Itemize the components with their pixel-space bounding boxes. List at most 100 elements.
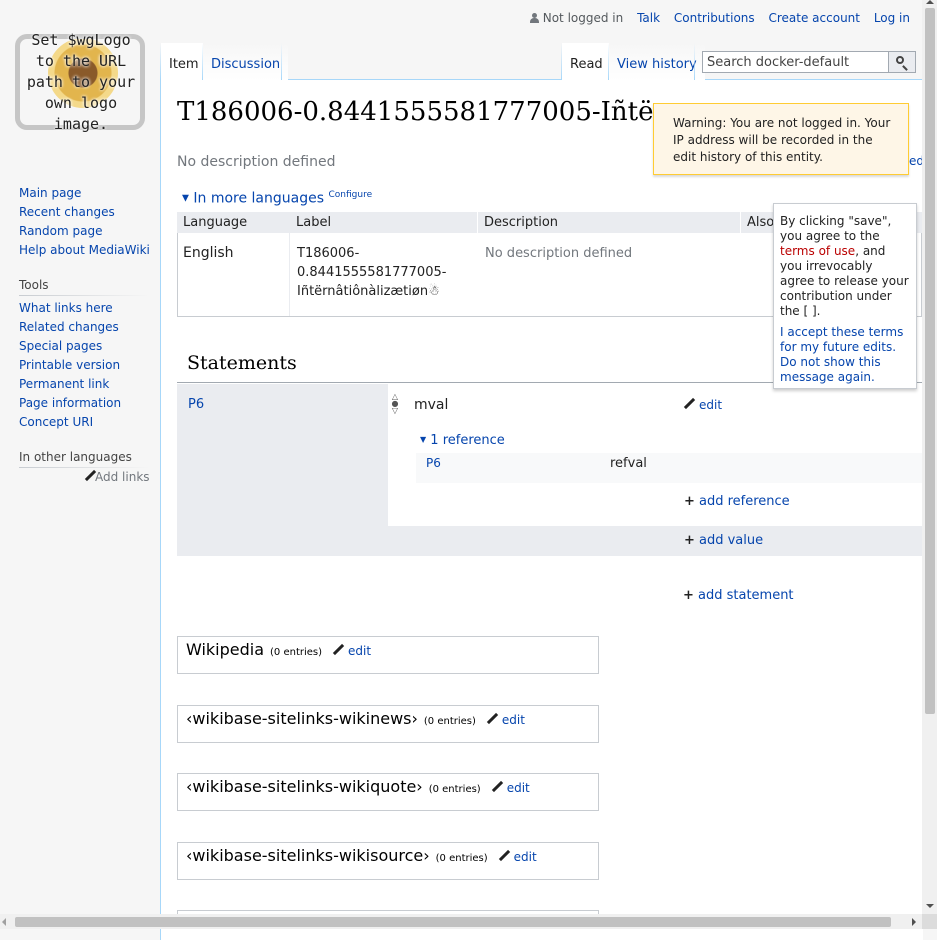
tab-read[interactable]: Read [562,43,611,80]
references-toggle-label[interactable]: 1 reference [430,433,504,448]
sidebar-item-help[interactable]: Help about MediaWiki [19,243,150,257]
log-in-link[interactable]: Log in [874,11,910,25]
search-button[interactable] [888,52,915,72]
sidebar-item-special-pages[interactable]: Special pages [19,339,102,353]
not-logged-in-warning: Warning: You are not logged in. Your IP … [653,103,909,175]
sitelink-heading: ‹wikibase-sitelinks-wikinews› [186,709,418,728]
add-reference-label[interactable]: add reference [699,494,790,509]
add-links-link[interactable]: Add links [84,470,150,484]
statement-edit-label[interactable]: edit [699,398,722,412]
accept-terms-link[interactable]: I accept these terms for my future edits… [780,325,903,384]
logo-text-line: Set $wgLogo [31,31,131,49]
plus-icon: + [683,588,694,603]
terms-of-use-link[interactable]: terms of use [780,244,855,258]
item-description: No description defined [177,154,336,170]
triangle-down-icon: ▼ [420,435,427,444]
sitelink-edit-label[interactable]: edit [507,781,530,795]
tab-discussion[interactable]: Discussion [203,43,289,80]
table-header-label: Label [290,212,477,233]
tab-view-history-label[interactable]: View history [617,57,697,72]
sitelink-edit-button[interactable]: edit [491,781,530,795]
vertical-scrollbar-thumb[interactable] [925,8,935,714]
reference-row [416,453,922,483]
sidebar-item-what-links-here[interactable]: What links here [19,301,113,315]
table-header-description: Description [478,212,740,233]
pencil-icon [498,850,510,862]
sidebar-divider [19,295,149,296]
add-value-button[interactable]: + add value [684,533,763,548]
plus-icon: + [684,494,695,509]
add-links-label[interactable]: Add links [95,470,150,484]
logo-text-line: own logo [44,94,118,112]
sitelink-count: (0 entries) [428,784,481,795]
references-toggle[interactable]: ▼ 1 reference [420,433,505,448]
sitelink-edit-label[interactable]: edit [348,644,371,658]
search-input[interactable] [703,52,887,72]
sidebar-item-permanent-link[interactable]: Permanent link [19,377,109,391]
scrollbar-corner [922,914,937,929]
sidebar-item-related-changes[interactable]: Related changes [19,320,119,334]
sidebar-item-random-page[interactable]: Random page [19,224,102,238]
statements-heading: Statements [187,352,297,374]
property-link[interactable]: P6 [188,397,204,412]
scroll-up-arrow-icon[interactable] [926,0,934,4]
tab-separator [281,43,282,80]
scroll-left-arrow-icon[interactable] [2,918,6,926]
reference-property[interactable]: P6 [426,456,441,470]
tab-read-label: Read [570,57,603,72]
in-more-languages-label[interactable]: In more languages [193,191,324,207]
label-line: T186006- [297,246,360,261]
create-account-link[interactable]: Create account [768,11,860,25]
table-cell-language: English [183,245,234,261]
site-logo[interactable]: Set $wgLogo to the URL path to your own … [13,28,149,134]
personal-tools: Not logged in Talk Contributions Create … [529,11,910,25]
contributions-link[interactable]: Contributions [674,11,755,25]
sitelink-heading: ‹wikibase-sitelinks-wikiquote› [186,777,423,796]
license-text: By clicking "save", you agree to the ter… [780,214,910,319]
sitelink-edit-label[interactable]: edit [502,713,525,727]
sidebar-navigation: Main page Recent changes Random page Hel… [19,184,150,260]
table-cell-label: T186006- 0.8441555581777005- Iñtërnâtiôn… [297,244,446,301]
sitelink-heading: Wikipedia [186,640,265,659]
sitelink-count: (0 entries) [435,853,488,864]
scroll-down-arrow-icon[interactable] [926,904,934,908]
sitelink-edit-button[interactable]: edit [486,713,525,727]
sidebar-item-page-information[interactable]: Page information [19,396,121,410]
horizontal-scrollbar-thumb[interactable] [15,917,891,927]
table-header-language: Language [177,212,290,233]
add-statement-button[interactable]: + add statement [683,588,794,603]
sidebar-item-printable-version[interactable]: Printable version [19,358,120,372]
configure-link[interactable]: Configure [328,190,372,200]
sitelink-edit-button[interactable]: edit [332,644,371,658]
sidebar-divider [19,467,149,468]
table-divider [289,233,290,316]
in-more-languages-toggle[interactable]: ▼ In more languages Configure [182,190,372,207]
reference-property-link[interactable]: P6 [426,456,441,470]
tab-separator [694,43,695,80]
sitelink-count: (0 entries) [270,647,323,658]
add-value-label[interactable]: add value [699,533,763,548]
sidebar-item-main-page[interactable]: Main page [19,186,81,200]
sitelink-edit-button[interactable]: edit [498,850,537,864]
sitelink-edit-label[interactable]: edit [514,850,537,864]
talk-link[interactable]: Talk [637,11,660,25]
tab-item[interactable]: Item [161,43,207,80]
languages-heading: In other languages [19,450,132,464]
rank-selector[interactable]: △ ● ▽ [390,393,400,415]
sidebar-item-concept-uri[interactable]: Concept URI [19,415,93,429]
sidebar-tools: What links here Related changes Special … [19,299,121,432]
pencil-icon [486,713,498,725]
tab-discussion-label[interactable]: Discussion [211,57,280,72]
search-box [702,51,916,73]
add-reference-button[interactable]: + add reference [684,494,790,509]
scroll-right-arrow-icon[interactable] [912,918,916,926]
sitelink-count: (0 entries) [423,716,476,727]
sidebar-item-recent-changes[interactable]: Recent changes [19,205,115,219]
tab-view-history[interactable]: View history [609,43,705,80]
statement-edit-button[interactable]: edit [683,398,722,412]
tab-item-label: Item [169,57,199,72]
sitelink-heading: ‹wikibase-sitelinks-wikisource› [186,846,430,865]
pencil-icon [84,470,93,482]
statement-property[interactable]: P6 [188,397,204,412]
add-statement-label[interactable]: add statement [698,588,794,603]
